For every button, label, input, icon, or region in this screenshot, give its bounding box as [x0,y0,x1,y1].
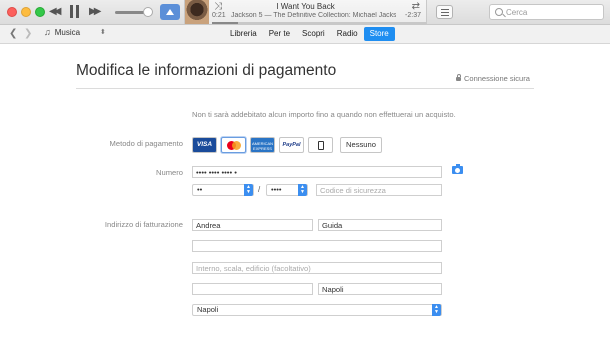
repeat-icon[interactable]: ⇄ [412,1,420,12]
forward-arrow-icon[interactable]: ❯ [24,28,32,39]
chevron-updown-icon: ▲ ▼ [244,184,253,196]
album-art[interactable] [185,0,209,24]
title-bar: ◀◀ ▶▶ ⤨ I Want You Back 0:21 Jackson 5 —… [0,0,610,25]
tab-store[interactable]: Store [363,27,395,41]
fast-forward-icon[interactable]: ▶▶ [89,6,102,18]
address-line2-field[interactable] [192,262,442,274]
pause-icon[interactable] [70,5,79,18]
expiry-year-value: •••• [271,185,282,194]
expiry-year-select[interactable]: •••• ▲ ▼ [266,184,308,196]
time-remaining: -2:37 [405,12,421,19]
search-box[interactable] [489,4,604,20]
security-code-field[interactable] [316,184,442,196]
first-name-field[interactable] [192,219,313,231]
media-kind-selector[interactable]: ♫ Musica ⬍ [44,27,106,41]
close-window-button[interactable] [7,7,17,17]
playback-progress-fill [212,22,238,24]
address-line1-field[interactable] [192,240,442,252]
secure-connection-label: Connessione sicura [456,74,530,83]
search-icon [495,8,503,16]
apple-pay-option[interactable] [308,137,333,153]
navigation-bar: ❮ ❯ ♫ Musica ⬍ Libreria Per te Scopri Rad… [0,25,610,44]
time-elapsed: 0:21 [212,12,226,19]
mastercard-card-option[interactable] [221,137,246,153]
music-note-icon: ♫ [44,27,51,37]
no-payment-button[interactable]: Nessuno [340,137,382,153]
card-number-field[interactable] [192,166,442,178]
paypal-option[interactable]: PayPal [279,137,304,153]
province-value: Napoli [197,305,219,314]
no-charge-note: Non ti sarà addebitato alcun importo fin… [192,110,456,119]
back-arrow-icon[interactable]: ❮ [9,28,17,39]
chevron-updown-icon: ⬍ [100,29,106,36]
playback-progress[interactable] [212,22,426,24]
visa-card-option[interactable]: VISA [192,137,217,153]
tab-scopri[interactable]: Scopri [296,27,331,41]
page-title: Modifica le informazioni di pagamento [76,62,337,79]
camera-icon[interactable] [452,164,463,174]
song-title: I Want You Back [276,2,335,11]
header-divider [76,88,534,89]
expiry-month-value: •• [197,185,203,194]
province-select[interactable]: Napoli ▲ ▼ [192,304,442,316]
last-name-field[interactable] [318,219,442,231]
minimize-window-button[interactable] [21,7,31,17]
media-kind-label: Musica [54,28,81,37]
tab-radio[interactable]: Radio [331,27,364,41]
song-subtitle: Jackson 5 — The Definitive Collection: M… [231,12,396,19]
zoom-window-button[interactable] [35,7,45,17]
payment-method-options: VISA AMERICAN EXPRESS PayPal Nessuno [192,137,382,154]
payment-method-label: Metodo di pagamento [109,139,183,148]
search-input[interactable] [506,6,600,18]
up-next-list-button[interactable] [436,5,453,19]
chevron-updown-icon: ▲ ▼ [432,304,441,316]
phone-icon [318,141,324,150]
billing-address-label: Indirizzo di fatturazione [104,220,183,229]
amex-card-option[interactable]: AMERICAN EXPRESS [250,137,275,153]
secure-connection-text: Connessione sicura [464,74,530,83]
main-tabs: Libreria Per te Scopri Radio Store [224,27,395,41]
airplay-button[interactable] [160,4,180,20]
city-field[interactable] [318,283,442,295]
chevron-updown-icon: ▲ ▼ [298,184,307,196]
volume-knob[interactable] [143,7,153,17]
tab-per-te[interactable]: Per te [263,27,296,41]
expiry-month-select[interactable]: •• ▲ ▼ [192,184,254,196]
now-playing-display: ⤨ I Want You Back 0:21 Jackson 5 — The D… [184,0,427,24]
expiry-separator: / [258,185,261,194]
card-number-label: Numero [155,168,183,177]
lock-icon [456,74,461,81]
rewind-icon[interactable]: ◀◀ [49,6,62,18]
postal-code-field[interactable] [192,283,313,295]
tab-libreria[interactable]: Libreria [224,27,263,41]
